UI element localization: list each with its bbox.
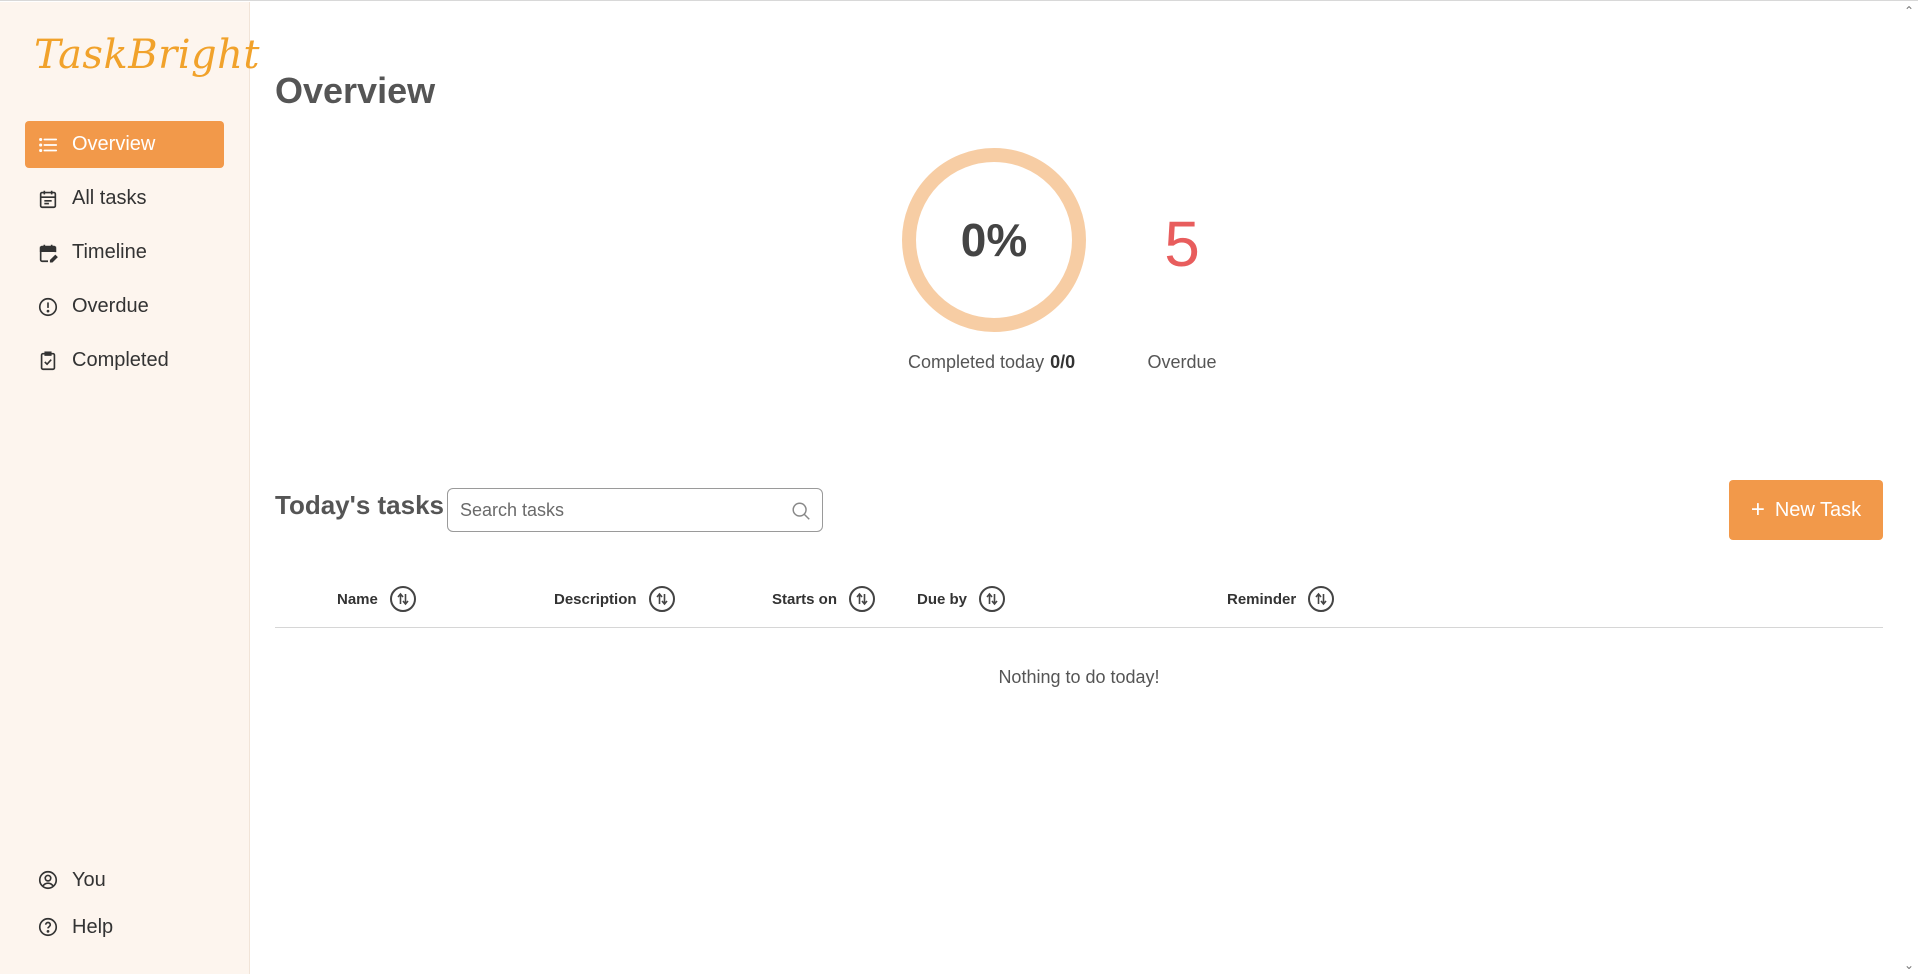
column-label: Reminder bbox=[1227, 590, 1297, 608]
sidebar-item-label: Timeline bbox=[72, 241, 147, 263]
sidebar-item-completed[interactable]: Completed bbox=[25, 337, 224, 384]
scroll-down-arrow[interactable]: ⌄ bbox=[1904, 958, 1914, 972]
sidebar-item-all-tasks[interactable]: All tasks bbox=[25, 175, 224, 222]
alert-circle-icon bbox=[37, 296, 59, 318]
todays-tasks-title: Today's tasks bbox=[275, 490, 444, 520]
sort-icon[interactable] bbox=[648, 586, 675, 612]
sort-icon[interactable] bbox=[979, 586, 1006, 612]
completed-today-label: Completed today 0/0 bbox=[908, 352, 1075, 373]
completion-ring: 0% bbox=[900, 146, 1088, 334]
overdue-count[interactable]: 5 bbox=[1137, 207, 1227, 281]
column-label: Description bbox=[554, 590, 637, 608]
list-icon bbox=[37, 134, 59, 156]
column-label: Due by bbox=[917, 590, 968, 608]
page-title: Overview bbox=[275, 70, 436, 111]
sidebar-item-label: Overdue bbox=[72, 295, 149, 317]
sidebar: TaskBright Overview All tasks Timeline O… bbox=[0, 2, 259, 974]
calendar-edit-icon bbox=[37, 242, 59, 264]
sidebar-item-overdue[interactable]: Overdue bbox=[25, 283, 224, 330]
sidebar-item-you[interactable]: You bbox=[25, 858, 224, 902]
main-content: Overview 0% Completed today 0/0 5 Overdue… bbox=[251, 2, 1918, 974]
app-logo[interactable]: TaskBright bbox=[34, 32, 260, 78]
sidebar-item-label: Completed bbox=[72, 349, 169, 371]
completed-today-count: 0/0 bbox=[1050, 352, 1076, 372]
search-icon[interactable] bbox=[790, 500, 812, 522]
overdue-label: Overdue bbox=[1147, 352, 1217, 372]
empty-tasks-message: Nothing to do today! bbox=[998, 667, 1160, 687]
sidebar-item-timeline[interactable]: Timeline bbox=[25, 229, 224, 276]
sidebar-item-label: Help bbox=[72, 915, 114, 938]
clipboard-check-icon bbox=[37, 350, 59, 372]
completed-today-text: Completed today bbox=[908, 352, 1045, 372]
plus-icon: + bbox=[1750, 496, 1765, 523]
sort-icon[interactable] bbox=[389, 586, 416, 612]
tasks-table-header: Name Description Starts on Due by Remind… bbox=[275, 578, 1883, 628]
sort-icon[interactable] bbox=[849, 586, 876, 612]
completion-percent: 0% bbox=[960, 214, 1028, 266]
sidebar-item-label: All tasks bbox=[72, 187, 147, 209]
new-task-label: New Task bbox=[1774, 498, 1862, 521]
calendar-icon bbox=[37, 188, 59, 210]
scroll-up-arrow[interactable]: ⌃ bbox=[1904, 4, 1914, 18]
sidebar-nav: Overview All tasks Timeline Overdue Comp… bbox=[25, 121, 224, 391]
sort-icon[interactable] bbox=[1308, 586, 1335, 612]
column-starts-on: Starts on bbox=[772, 578, 876, 620]
column-name: Name bbox=[337, 578, 416, 620]
sidebar-item-label: You bbox=[72, 868, 106, 891]
column-description: Description bbox=[554, 578, 675, 620]
column-label: Starts on bbox=[772, 590, 838, 608]
sidebar-bottom-nav: You Help bbox=[25, 858, 224, 952]
search-box bbox=[447, 488, 823, 532]
column-due-by: Due by bbox=[917, 578, 1006, 620]
help-circle-icon bbox=[37, 916, 59, 938]
sidebar-item-help[interactable]: Help bbox=[25, 905, 224, 949]
new-task-button[interactable]: + New Task bbox=[1729, 480, 1883, 540]
sidebar-item-label: Overview bbox=[72, 133, 156, 155]
column-reminder: Reminder bbox=[1227, 578, 1335, 620]
search-input[interactable] bbox=[460, 489, 780, 531]
column-label: Name bbox=[337, 590, 378, 608]
user-circle-icon bbox=[37, 869, 59, 891]
sidebar-item-overview[interactable]: Overview bbox=[25, 121, 224, 168]
